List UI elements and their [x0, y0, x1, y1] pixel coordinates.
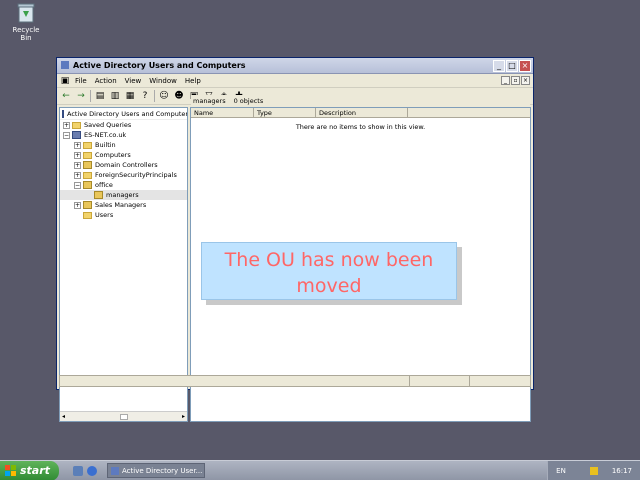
detail-header: managers 0 objects — [191, 95, 530, 107]
toolbar-separator — [90, 90, 91, 102]
export-list-icon[interactable]: ▦ — [124, 90, 136, 102]
minimize-button[interactable]: _ — [493, 59, 505, 72]
trash-icon — [16, 2, 36, 24]
aduc-icon — [62, 109, 64, 118]
expand-icon[interactable]: + — [74, 171, 81, 179]
column-headers: Name Type Description — [191, 108, 530, 118]
quick-launch — [73, 465, 97, 476]
annotation-callout: The OU has now been moved — [201, 242, 457, 300]
collapse-icon[interactable]: − — [74, 181, 81, 189]
tree-item-sales-managers[interactable]: + Sales Managers — [60, 200, 187, 210]
column-name[interactable]: Name — [191, 108, 254, 118]
close-button[interactable]: × — [519, 59, 531, 72]
toolbar-separator — [154, 90, 155, 102]
tree-item-domain-controllers[interactable]: + Domain Controllers — [60, 160, 187, 170]
collapse-icon[interactable]: − — [63, 131, 70, 139]
up-folder-icon[interactable]: ▤ — [94, 90, 106, 102]
start-button[interactable]: start — [0, 460, 59, 480]
tree-horizontal-scrollbar[interactable]: ◂ ▸ — [60, 411, 187, 421]
ou-icon — [83, 201, 92, 209]
app-icon — [60, 60, 70, 72]
mdi-close-button[interactable]: × — [521, 76, 530, 85]
expand-icon[interactable]: + — [63, 121, 70, 129]
status-bar — [59, 375, 531, 387]
detail-object-count: 0 objects — [233, 97, 264, 105]
taskbar-button-aduc[interactable]: Active Directory User... — [107, 463, 205, 478]
new-user-icon[interactable]: ☺ — [158, 90, 170, 102]
ou-icon — [94, 191, 103, 199]
maximize-button[interactable]: □ — [506, 59, 518, 72]
recycle-bin-label: Recycle Bin — [12, 26, 40, 42]
back-icon[interactable]: ← — [60, 90, 72, 102]
expand-icon[interactable]: + — [74, 141, 81, 149]
clock[interactable]: 16:17 — [612, 467, 632, 475]
system-tray: EN 16:17 — [547, 460, 640, 480]
tree-item-builtin[interactable]: + Builtin — [60, 140, 187, 150]
windows-logo-icon — [5, 465, 16, 476]
tree-item-users[interactable]: Users — [60, 210, 187, 220]
mdi-minimize-button[interactable]: _ — [501, 76, 510, 85]
menu-file[interactable]: File — [71, 77, 91, 85]
recycle-bin-icon[interactable]: Recycle Bin — [6, 2, 46, 42]
expand-icon[interactable]: + — [74, 151, 81, 159]
aduc-window: Active Directory Users and Computers _ □… — [56, 57, 534, 422]
help-icon[interactable]: ? — [139, 90, 151, 102]
menu-action[interactable]: Action — [91, 77, 121, 85]
tree-root[interactable]: Active Directory Users and Computers — [60, 108, 187, 120]
annotation-line-2: moved — [296, 275, 362, 297]
menu-bar: ▣ File Action View Window Help _ ▫ × — [57, 74, 533, 88]
tree-item-domain[interactable]: − ES-NET.co.uk — [60, 130, 187, 140]
menu-view[interactable]: View — [121, 77, 146, 85]
scroll-right-icon[interactable]: ▸ — [182, 413, 185, 420]
expand-icon[interactable]: + — [74, 161, 81, 169]
scroll-left-icon[interactable]: ◂ — [62, 413, 65, 420]
menu-help[interactable]: Help — [181, 77, 205, 85]
tree-item-managers[interactable]: managers — [60, 190, 187, 200]
tree-item-foreign-security-principals[interactable]: + ForeignSecurityPrincipals — [60, 170, 187, 180]
tray-icon[interactable] — [589, 466, 598, 475]
empty-view-message: There are no items to show in this view. — [295, 123, 426, 131]
show-tree-icon[interactable]: ▥ — [109, 90, 121, 102]
folder-icon — [83, 211, 92, 219]
forward-icon[interactable]: → — [75, 90, 87, 102]
tree-item-office[interactable]: − office — [60, 180, 187, 190]
window-title: Active Directory Users and Computers — [73, 61, 246, 70]
column-type[interactable]: Type — [254, 108, 316, 118]
domain-icon — [72, 131, 81, 139]
folder-icon — [83, 141, 92, 149]
tree-item-computers[interactable]: + Computers — [60, 150, 187, 160]
tree-item-saved-queries[interactable]: + Saved Queries — [60, 120, 187, 130]
status-section — [410, 376, 470, 386]
ou-icon — [83, 161, 92, 169]
taskbar: start Active Directory User... EN 16:17 — [0, 460, 640, 480]
console-icon[interactable]: ▣ — [59, 75, 71, 87]
status-section — [60, 376, 410, 386]
folder-icon — [83, 171, 92, 179]
title-bar[interactable]: Active Directory Users and Computers _ □… — [57, 58, 533, 74]
show-desktop-icon[interactable] — [73, 465, 83, 476]
folder-icon — [83, 151, 92, 159]
expand-icon[interactable]: + — [74, 201, 81, 209]
column-description[interactable]: Description — [316, 108, 408, 118]
language-indicator[interactable]: EN — [556, 467, 566, 475]
app-icon — [111, 466, 119, 475]
mdi-restore-button[interactable]: ▫ — [511, 76, 520, 85]
ou-icon — [83, 181, 92, 189]
menu-window[interactable]: Window — [145, 77, 181, 85]
scroll-thumb[interactable] — [119, 413, 128, 420]
detail-container-name: managers — [193, 97, 226, 105]
folder-icon — [72, 121, 81, 129]
annotation-line-1: The OU has now been — [224, 249, 434, 271]
browser-icon[interactable] — [87, 465, 97, 476]
new-group-icon[interactable]: ☻ — [173, 90, 185, 102]
